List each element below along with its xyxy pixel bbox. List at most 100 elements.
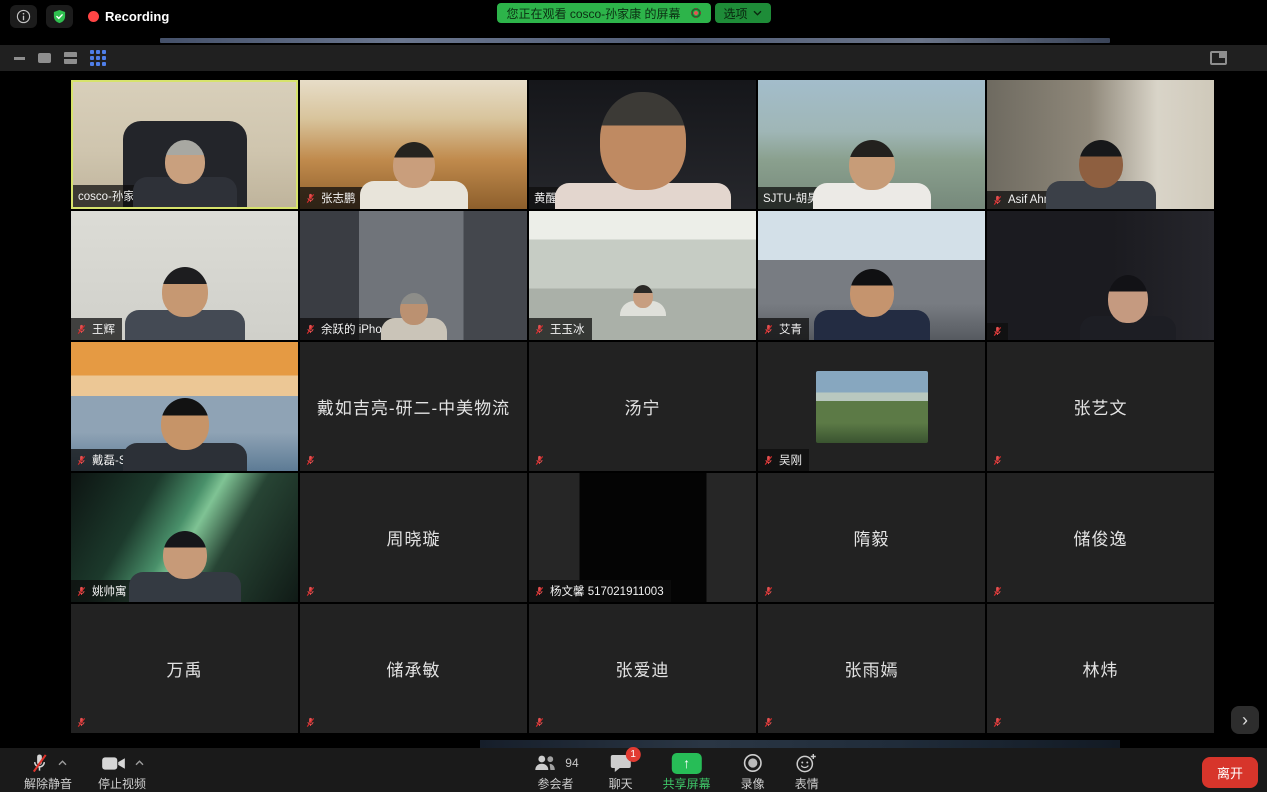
chevron-down-icon	[753, 10, 762, 16]
recording-dot-icon	[88, 11, 99, 22]
participant-mute-indicator	[76, 717, 87, 728]
muted-mic-icon	[305, 717, 316, 728]
muted-mic-icon	[76, 586, 87, 597]
participant-tile[interactable]: 张艺文	[987, 342, 1214, 471]
recording-indicator[interactable]: Recording	[88, 9, 169, 24]
participant-tile[interactable]: 艾青	[758, 211, 985, 340]
participant-video-silhouette	[1046, 140, 1156, 209]
participant-tile[interactable]: 张雨嫣	[758, 604, 985, 733]
stop-video-button[interactable]: 停止视频	[98, 748, 146, 792]
participants-label: 参会者	[537, 775, 573, 792]
participant-name: 杨文馨 517021911003	[550, 583, 664, 599]
reactions-button[interactable]: 表情	[795, 748, 819, 792]
participant-tile[interactable]: 林炜	[987, 604, 1214, 733]
record-icon	[743, 753, 763, 773]
next-page-button[interactable]: ›	[1231, 706, 1259, 734]
participant-avatar-photo	[816, 371, 928, 443]
participant-tile[interactable]: 黄醒春	[529, 80, 756, 209]
participant-name: 张艺文	[987, 342, 1214, 471]
camera-icon	[101, 755, 126, 772]
chat-badge: 1	[626, 747, 641, 762]
participant-name: 汤宁	[529, 342, 756, 471]
participant-name: 戴如吉亮-研二-中美物流	[300, 342, 527, 471]
muted-mic-icon	[305, 586, 316, 597]
muted-mic-icon	[534, 717, 545, 728]
mic-options-caret[interactable]	[58, 760, 67, 766]
banner-record-icon	[691, 8, 701, 18]
participant-tile[interactable]: 戴如吉亮-研二-中美物流	[300, 342, 527, 471]
record-label: 录像	[741, 775, 765, 792]
participant-name: 周晓璇	[300, 473, 527, 602]
shared-screen-top-edge	[160, 38, 1110, 43]
unmute-button[interactable]: 解除静音	[24, 748, 72, 792]
share-screen-button[interactable]: ↑ 共享屏幕	[663, 748, 711, 792]
participant-tile[interactable]	[987, 211, 1214, 340]
participant-name: 姚帅寓	[92, 583, 127, 599]
muted-mic-icon	[76, 324, 87, 335]
participant-tile[interactable]: 戴磊-SJTU	[71, 342, 298, 471]
thumbnail-view-icon[interactable]	[64, 52, 77, 64]
participants-button[interactable]: 94 参会者	[532, 748, 578, 792]
info-icon	[16, 9, 31, 24]
speaker-view-icon[interactable]	[38, 53, 51, 63]
chat-button[interactable]: 1 聊天	[609, 748, 633, 792]
leave-button[interactable]: 离开	[1202, 757, 1258, 788]
shield-check-icon	[52, 9, 67, 24]
participant-tile[interactable]: 吴刚	[758, 342, 985, 471]
participant-mute-indicator	[763, 717, 774, 728]
participant-name-label: 姚帅寓	[71, 580, 134, 602]
participant-tile[interactable]: 张爱迪	[529, 604, 756, 733]
participant-tile[interactable]: 储承敏	[300, 604, 527, 733]
participant-video-silhouette	[1080, 275, 1176, 340]
participant-mute-indicator	[305, 717, 316, 728]
participant-tile[interactable]: SJTU-胡昊	[758, 80, 985, 209]
share-screen-label: 共享屏幕	[663, 775, 711, 792]
participant-video-silhouette	[360, 142, 468, 209]
participant-tile[interactable]: 汤宁	[529, 342, 756, 471]
participant-tile[interactable]: 张志鹏	[300, 80, 527, 209]
gallery-view-icon[interactable]	[90, 50, 106, 66]
participant-mute-indicator	[305, 455, 316, 466]
participant-mute-indicator	[992, 717, 1003, 728]
participant-gallery: cosco-孙家康张志鹏黄醒春SJTU-胡昊Asif Ahmed 王辉余跃的 iP…	[71, 80, 1214, 733]
participant-name-label: 艾青	[758, 318, 809, 340]
participant-tile[interactable]: 周晓璇	[300, 473, 527, 602]
participant-tile[interactable]: 王玉冰	[529, 211, 756, 340]
participants-icon	[532, 754, 556, 772]
muted-mic-icon	[992, 326, 1003, 337]
participant-name-label: 王玉冰	[529, 318, 592, 340]
zoom-meeting-screen: Recording 您正在观看 cosco-孙家康 的屏幕 选项 cosco-孙…	[0, 0, 1267, 792]
record-button[interactable]: 录像	[741, 748, 765, 792]
chat-label: 聊天	[609, 775, 633, 792]
participant-tile[interactable]: 杨文馨 517021911003	[529, 473, 756, 602]
participant-name-label: 杨文馨 517021911003	[529, 580, 671, 602]
security-shield-menu-icon[interactable]	[46, 5, 73, 28]
participant-tile[interactable]: 储俊逸	[987, 473, 1214, 602]
participant-video-silhouette	[123, 398, 247, 471]
layout-toggle-icon[interactable]	[1210, 51, 1227, 65]
shared-screen-bottom-edge	[480, 740, 1120, 748]
participant-tile[interactable]: cosco-孙家康	[71, 80, 298, 209]
muted-mic-icon	[992, 195, 1003, 206]
muted-mic-icon	[992, 717, 1003, 728]
info-menu-icon[interactable]	[10, 5, 37, 28]
participant-tile[interactable]: 姚帅寓	[71, 473, 298, 602]
participant-video-silhouette	[813, 140, 931, 209]
muted-mic-icon	[763, 455, 774, 466]
participant-tile[interactable]: 王辉	[71, 211, 298, 340]
minimize-view-icon[interactable]	[14, 57, 25, 60]
participant-name: 张爱迪	[529, 604, 756, 733]
video-options-caret[interactable]	[135, 760, 144, 766]
participant-video-silhouette	[620, 285, 666, 316]
muted-mic-icon	[763, 717, 774, 728]
banner-options-button[interactable]: 选项	[715, 3, 771, 23]
muted-mic-icon	[76, 717, 87, 728]
participant-mute-indicator	[987, 323, 1008, 340]
participant-name: 张雨嫣	[758, 604, 985, 733]
participant-mute-indicator	[534, 717, 545, 728]
options-label: 选项	[724, 5, 748, 22]
participant-tile[interactable]: Asif Ahmed	[987, 80, 1214, 209]
participant-tile[interactable]: 万禹	[71, 604, 298, 733]
participant-tile[interactable]: 隋毅	[758, 473, 985, 602]
participant-tile[interactable]: 余跃的 iPhone	[300, 211, 527, 340]
